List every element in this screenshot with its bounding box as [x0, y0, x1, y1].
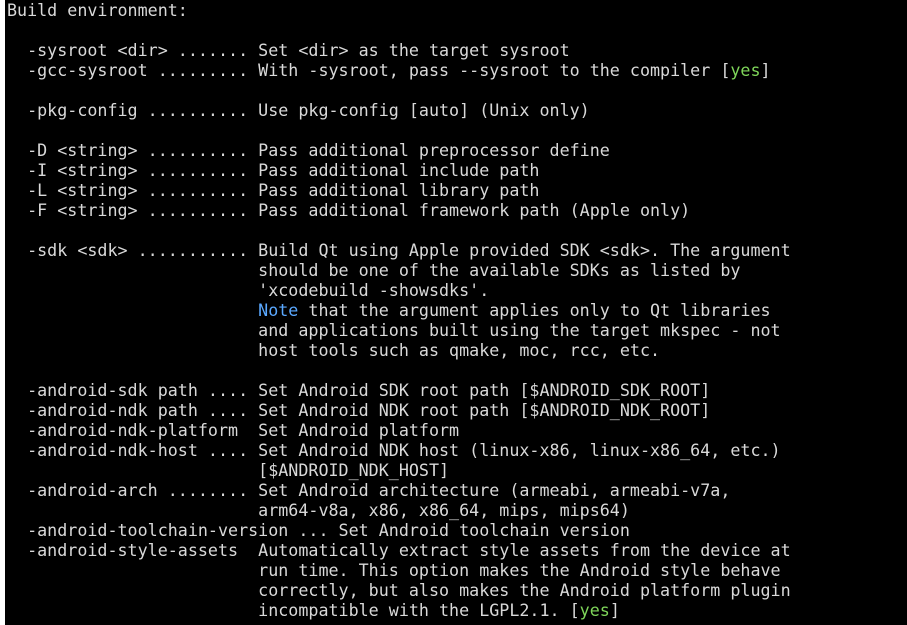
terminal-line: -android-style-assets Automatically extr… — [7, 540, 791, 560]
terminal-output: Build environment: -sysroot <dir> ......… — [7, 0, 791, 620]
terminal-text: -pkg-config .......... Use pkg-config [a… — [7, 100, 590, 120]
terminal-text: -android-ndk-host .... Set Android NDK h… — [7, 440, 781, 460]
terminal-line: 'xcodebuild -showsdks'. — [7, 280, 791, 300]
terminal-line: Build environment: — [7, 0, 791, 20]
terminal-line: run time. This option makes the Android … — [7, 560, 791, 580]
terminal-window[interactable]: Build environment: -sysroot <dir> ......… — [5, 0, 907, 625]
terminal-text: -sysroot <dir> ....... Set <dir> as the … — [7, 40, 570, 60]
terminal-text: -android-sdk path .... Set Android SDK r… — [7, 380, 711, 400]
terminal-text: ] — [609, 600, 620, 620]
terminal-text: -D <string> .......... Pass additional p… — [7, 140, 610, 160]
terminal-text: ] — [760, 60, 771, 80]
terminal-text: -android-ndk-platform Set Android platfo… — [7, 420, 460, 440]
terminal-text: incompatible with the LGPL2.1. [ — [7, 600, 580, 620]
terminal-line: should be one of the available SDKs as l… — [7, 260, 791, 280]
terminal-text: -I <string> .......... Pass additional i… — [7, 160, 540, 180]
terminal-line: arm64-v8a, x86, x86_64, mips, mips64) — [7, 500, 791, 520]
terminal-line: Note that the argument applies only to Q… — [7, 300, 791, 320]
terminal-text: host tools such as qmake, moc, rcc, etc. — [7, 340, 661, 360]
terminal-text: -android-style-assets Automatically extr… — [7, 540, 791, 560]
terminal-line: -D <string> .......... Pass additional p… — [7, 140, 791, 160]
terminal-line: -android-arch ........ Set Android archi… — [7, 480, 791, 500]
terminal-text: arm64-v8a, x86, x86_64, mips, mips64) — [7, 500, 630, 520]
terminal-text: correctly, but also makes the Android pl… — [7, 580, 791, 600]
terminal-text: -F <string> .......... Pass additional f… — [7, 200, 691, 220]
terminal-line: -sysroot <dir> ....... Set <dir> as the … — [7, 40, 791, 60]
default-value-highlight: yes — [730, 60, 761, 80]
terminal-text: -L <string> .......... Pass additional l… — [7, 180, 540, 200]
terminal-text: 'xcodebuild -showsdks'. — [7, 280, 490, 300]
terminal-line: -pkg-config .......... Use pkg-config [a… — [7, 100, 791, 120]
note-highlight: Note — [258, 300, 299, 320]
terminal-text: should be one of the available SDKs as l… — [7, 260, 741, 280]
terminal-line: host tools such as qmake, moc, rcc, etc. — [7, 340, 791, 360]
terminal-text: [$ANDROID_NDK_HOST] — [7, 460, 450, 480]
terminal-line: -android-ndk-platform Set Android platfo… — [7, 420, 791, 440]
terminal-line: correctly, but also makes the Android pl… — [7, 580, 791, 600]
terminal-line: and applications built using the target … — [7, 320, 791, 340]
terminal-line: [$ANDROID_NDK_HOST] — [7, 460, 791, 480]
terminal-line: -android-ndk-host .... Set Android NDK h… — [7, 440, 791, 460]
terminal-line: -L <string> .......... Pass additional l… — [7, 180, 791, 200]
terminal-text: and applications built using the target … — [7, 320, 781, 340]
terminal-line: -I <string> .......... Pass additional i… — [7, 160, 791, 180]
terminal-text: -android-toolchain-version ... Set Andro… — [7, 520, 630, 540]
terminal-text: -gcc-sysroot ......... With -sysroot, pa… — [7, 60, 731, 80]
terminal-text: -android-ndk path .... Set Android NDK r… — [7, 400, 711, 420]
terminal-line: incompatible with the LGPL2.1. [yes] — [7, 600, 791, 620]
default-value-highlight: yes — [579, 600, 610, 620]
terminal-text: -android-arch ........ Set Android archi… — [7, 480, 731, 500]
terminal-line: -sdk <sdk> ........... Build Qt using Ap… — [7, 240, 791, 260]
terminal-line: -android-toolchain-version ... Set Andro… — [7, 520, 791, 540]
terminal-text: run time. This option makes the Android … — [7, 560, 781, 580]
terminal-line: -F <string> .......... Pass additional f… — [7, 200, 791, 220]
terminal-text: Build environment: — [7, 0, 188, 20]
terminal-line: -gcc-sysroot ......... With -sysroot, pa… — [7, 60, 791, 80]
terminal-text: that the argument applies only to Qt lib… — [298, 300, 771, 320]
terminal-text: -sdk <sdk> ........... Build Qt using Ap… — [7, 240, 791, 260]
terminal-line: -android-ndk path .... Set Android NDK r… — [7, 400, 791, 420]
terminal-line: -android-sdk path .... Set Android SDK r… — [7, 380, 791, 400]
